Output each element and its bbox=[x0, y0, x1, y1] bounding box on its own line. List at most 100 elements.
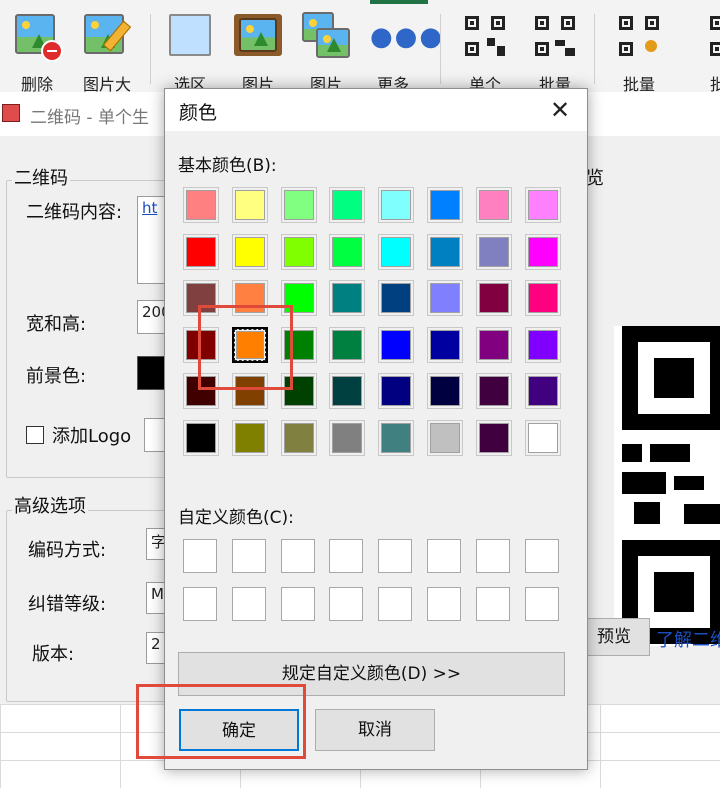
encoding-label: 编码方式: bbox=[28, 540, 107, 561]
color-swatch-fill bbox=[332, 376, 362, 406]
color-swatch[interactable] bbox=[476, 187, 512, 223]
qr-code-settings-icon bbox=[619, 16, 659, 56]
custom-color-slot[interactable] bbox=[525, 539, 559, 573]
app-icon bbox=[2, 104, 20, 122]
color-swatch-fill bbox=[479, 376, 509, 406]
qr-more-button[interactable]: 批 bbox=[700, 0, 720, 92]
custom-color-slot[interactable] bbox=[281, 539, 315, 573]
color-swatch[interactable] bbox=[281, 187, 317, 223]
color-swatch-fill bbox=[430, 190, 460, 220]
custom-color-slot[interactable] bbox=[427, 587, 461, 621]
color-swatch[interactable] bbox=[525, 327, 561, 363]
qr-single-button[interactable]: 单个 bbox=[452, 0, 518, 92]
color-swatch[interactable] bbox=[378, 187, 414, 223]
image-frame-button[interactable]: 图片 bbox=[226, 0, 290, 92]
color-swatch-fill bbox=[528, 283, 558, 313]
color-swatch[interactable] bbox=[378, 373, 414, 409]
color-swatch-fill bbox=[284, 423, 314, 453]
color-swatch[interactable] bbox=[329, 373, 365, 409]
qr-batch-button[interactable]: 批量 bbox=[522, 0, 588, 92]
window-title: 二维码 - 单个生 bbox=[30, 108, 149, 128]
color-swatch[interactable] bbox=[525, 280, 561, 316]
qr-code-batch-icon bbox=[535, 16, 575, 56]
custom-color-slot[interactable] bbox=[232, 587, 266, 621]
color-swatch[interactable] bbox=[183, 234, 219, 270]
ecc-label: 纠错等级: bbox=[28, 594, 107, 615]
advanced-group-label: 高级选项 bbox=[12, 492, 88, 518]
custom-color-slot[interactable] bbox=[378, 587, 412, 621]
color-swatch[interactable] bbox=[427, 234, 463, 270]
custom-color-slot[interactable] bbox=[476, 587, 510, 621]
color-swatch[interactable] bbox=[427, 327, 463, 363]
preview-button[interactable]: 预览 bbox=[578, 618, 650, 656]
color-swatch[interactable] bbox=[232, 187, 268, 223]
select-area-icon bbox=[169, 14, 211, 56]
custom-color-slot[interactable] bbox=[476, 539, 510, 573]
custom-color-slot[interactable] bbox=[427, 539, 461, 573]
custom-color-slot[interactable] bbox=[329, 587, 363, 621]
color-swatch[interactable] bbox=[525, 373, 561, 409]
color-swatch[interactable] bbox=[329, 280, 365, 316]
custom-color-slot[interactable] bbox=[232, 539, 266, 573]
color-swatch[interactable] bbox=[281, 234, 317, 270]
dialog-title: 颜色 bbox=[179, 102, 218, 124]
color-swatch[interactable] bbox=[232, 420, 268, 456]
color-swatch[interactable] bbox=[232, 234, 268, 270]
color-swatch[interactable] bbox=[525, 420, 561, 456]
color-swatch[interactable] bbox=[427, 420, 463, 456]
color-swatch-fill bbox=[332, 190, 362, 220]
color-swatch-fill bbox=[479, 237, 509, 267]
color-swatch-fill bbox=[186, 237, 216, 267]
custom-color-slot[interactable] bbox=[525, 587, 559, 621]
ok-button-highlight bbox=[136, 684, 306, 759]
image-resize-icon bbox=[84, 14, 132, 58]
custom-color-slot[interactable] bbox=[183, 587, 217, 621]
image-resize-button[interactable]: 图片大 bbox=[72, 0, 142, 92]
color-swatch[interactable] bbox=[378, 327, 414, 363]
color-swatch-fill bbox=[332, 423, 362, 453]
color-swatch[interactable] bbox=[329, 327, 365, 363]
more-button[interactable]: ●●● 更多 bbox=[360, 0, 442, 92]
custom-color-slot[interactable] bbox=[378, 539, 412, 573]
color-swatch[interactable] bbox=[329, 187, 365, 223]
images-button[interactable]: 图片 bbox=[294, 0, 358, 92]
qr-batch-settings-button[interactable]: 批量 bbox=[604, 0, 674, 92]
color-swatch-fill bbox=[479, 330, 509, 360]
color-swatch[interactable] bbox=[427, 373, 463, 409]
color-swatch[interactable] bbox=[329, 234, 365, 270]
custom-color-slot[interactable] bbox=[281, 587, 315, 621]
ribbon-toolbar: 删除 图片大 选区 图片 图片 ●●● 更多 单个 批量 批量 bbox=[0, 0, 720, 93]
color-swatch-fill bbox=[479, 190, 509, 220]
color-swatch[interactable] bbox=[525, 234, 561, 270]
color-swatch[interactable] bbox=[427, 280, 463, 316]
learn-qr-link[interactable]: 了解二维 bbox=[656, 626, 720, 652]
color-swatch[interactable] bbox=[476, 327, 512, 363]
color-swatch[interactable] bbox=[183, 420, 219, 456]
color-swatch[interactable] bbox=[476, 373, 512, 409]
dialog-titlebar: 颜色 ✕ bbox=[165, 89, 587, 131]
color-swatch[interactable] bbox=[476, 234, 512, 270]
color-swatch[interactable] bbox=[476, 280, 512, 316]
select-area-button[interactable]: 选区 bbox=[158, 0, 222, 92]
color-swatch[interactable] bbox=[476, 420, 512, 456]
ribbon-separator bbox=[594, 14, 595, 84]
color-swatch[interactable] bbox=[378, 234, 414, 270]
color-swatch[interactable] bbox=[183, 187, 219, 223]
color-swatch[interactable] bbox=[378, 420, 414, 456]
close-button[interactable]: ✕ bbox=[543, 93, 577, 127]
custom-color-slot[interactable] bbox=[329, 539, 363, 573]
color-swatch[interactable] bbox=[525, 187, 561, 223]
color-swatch[interactable] bbox=[281, 420, 317, 456]
add-logo-checkbox[interactable] bbox=[26, 426, 44, 444]
delete-image-button[interactable]: 删除 bbox=[4, 0, 70, 92]
color-swatch[interactable] bbox=[427, 187, 463, 223]
color-swatch-fill bbox=[235, 237, 265, 267]
color-swatch[interactable] bbox=[329, 420, 365, 456]
cancel-button[interactable]: 取消 bbox=[315, 709, 435, 751]
custom-color-slot[interactable] bbox=[183, 539, 217, 573]
color-swatch-fill bbox=[430, 330, 460, 360]
image-delete-icon bbox=[15, 14, 63, 62]
color-swatch-fill bbox=[528, 423, 558, 453]
add-logo-label: 添加Logo bbox=[52, 426, 132, 447]
color-swatch[interactable] bbox=[378, 280, 414, 316]
